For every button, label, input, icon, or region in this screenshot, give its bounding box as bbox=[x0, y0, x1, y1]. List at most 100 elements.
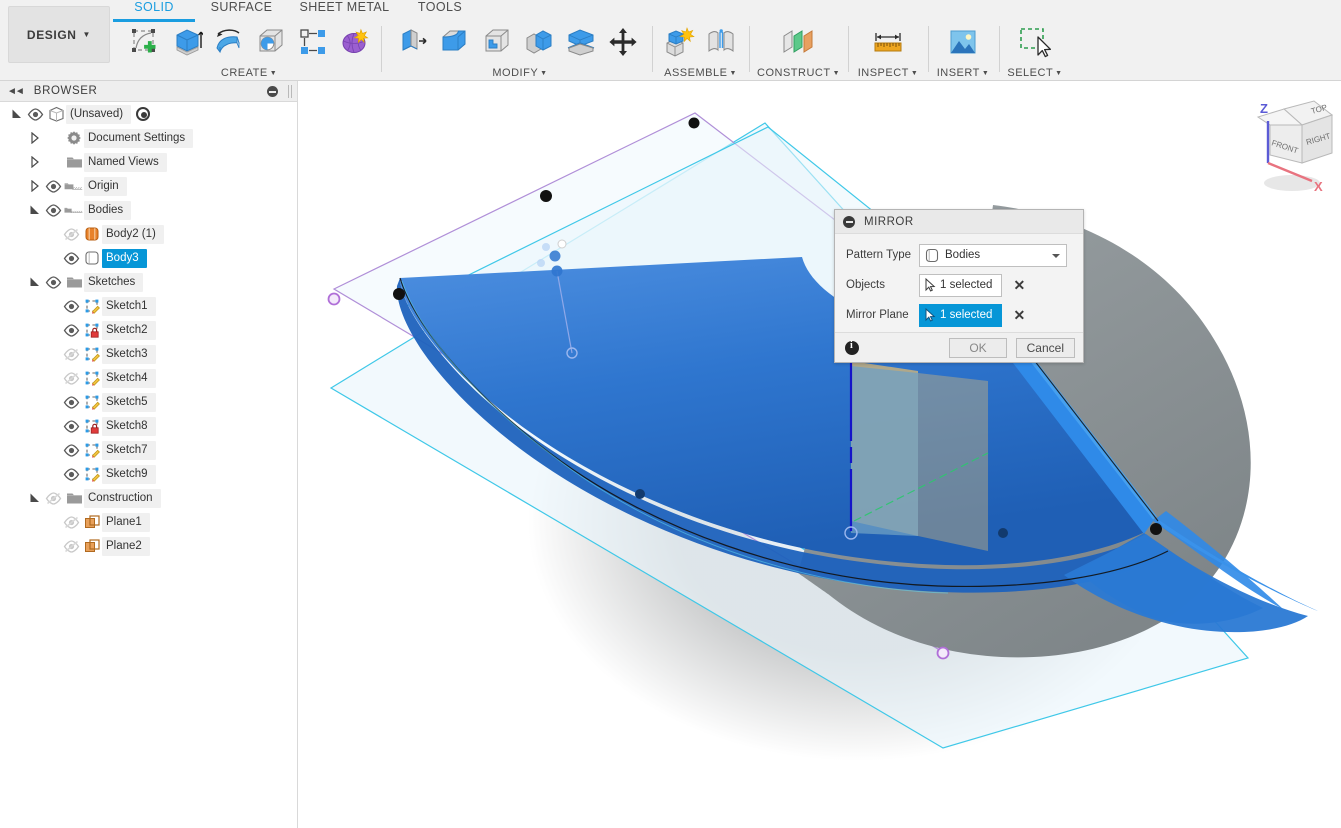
eye-visible-icon[interactable] bbox=[42, 198, 64, 222]
chevron-right-icon[interactable] bbox=[28, 174, 42, 198]
x-clear-icon[interactable]: ✕ bbox=[1013, 307, 1025, 324]
browser-node-plane2[interactable]: Plane2 bbox=[0, 534, 298, 558]
browser-node-origin[interactable]: Origin bbox=[0, 174, 298, 198]
model-canvas[interactable] bbox=[298, 81, 1341, 828]
chevron-right-icon[interactable] bbox=[28, 126, 42, 150]
eye-hidden-icon[interactable] bbox=[60, 534, 82, 558]
ribbon-group-create-label[interactable]: CREATE ▼ bbox=[122, 67, 376, 79]
measure-button[interactable] bbox=[867, 20, 909, 64]
browser-node-sketch9[interactable]: Sketch9 bbox=[0, 462, 298, 486]
browser-node-sketch4[interactable]: Sketch4 bbox=[0, 366, 298, 390]
hole-button[interactable] bbox=[250, 20, 292, 64]
browser-node-sketch5[interactable]: Sketch5 bbox=[0, 390, 298, 414]
browser-node-body3[interactable]: Body3 bbox=[0, 246, 298, 270]
revolve-button[interactable] bbox=[208, 20, 250, 64]
ribbon-group-select-label[interactable]: SELECT ▼ bbox=[1004, 67, 1066, 79]
chevron-right-icon[interactable] bbox=[28, 150, 42, 174]
cancel-button[interactable]: Cancel bbox=[1015, 337, 1075, 358]
chevron-down-icon[interactable] bbox=[28, 486, 42, 510]
activate-component-radio[interactable] bbox=[136, 107, 151, 121]
minus-circle-icon[interactable] bbox=[843, 215, 855, 228]
x-clear-icon[interactable]: ✕ bbox=[1013, 277, 1025, 294]
chevron-down-icon[interactable] bbox=[28, 270, 42, 294]
eye-hidden-icon[interactable] bbox=[60, 366, 82, 390]
browser-node-unsaved[interactable]: (Unsaved) bbox=[0, 102, 298, 126]
eye-visible-icon[interactable] bbox=[60, 294, 82, 318]
body-white-icon bbox=[925, 248, 939, 262]
browser-node-sketches[interactable]: Sketches bbox=[0, 270, 298, 294]
workspace-tabstrip: SOLID SURFACE SHEET METAL TOOLS bbox=[0, 0, 1341, 22]
joint-button[interactable] bbox=[700, 20, 742, 64]
select-tool-button[interactable] bbox=[1014, 20, 1056, 64]
panel-grip-2[interactable] bbox=[288, 85, 289, 98]
split-body-button[interactable] bbox=[560, 20, 602, 64]
eye-visible-icon[interactable] bbox=[60, 390, 82, 414]
origin-planes[interactable] bbox=[851, 361, 989, 551]
press-pull-button[interactable] bbox=[392, 20, 434, 64]
eye-hidden-icon[interactable] bbox=[60, 342, 82, 366]
mirror-dialog-title: MIRROR bbox=[864, 215, 914, 228]
extrude-button[interactable] bbox=[166, 20, 208, 64]
chevron-down-icon[interactable] bbox=[10, 102, 24, 126]
ok-button[interactable]: OK bbox=[949, 337, 1007, 358]
create-sketch-button[interactable] bbox=[124, 20, 166, 64]
browser-node-body2-1[interactable]: Body2 (1) bbox=[0, 222, 298, 246]
shell-button[interactable] bbox=[476, 20, 518, 64]
ribbon-group-modify-label[interactable]: MODIFY ▼ bbox=[390, 67, 650, 79]
eye-hidden-icon[interactable] bbox=[42, 486, 64, 510]
browser-node-bodies[interactable]: Bodies bbox=[0, 198, 298, 222]
ribbon-group-construct-label[interactable]: CONSTRUCT ▼ bbox=[756, 67, 841, 79]
eye-visible-icon[interactable] bbox=[60, 438, 82, 462]
form-button[interactable] bbox=[334, 20, 376, 64]
double-chevron-left-icon[interactable]: ◄◄ bbox=[7, 86, 25, 97]
workspace-switch-button[interactable]: DESIGN ▼ bbox=[8, 6, 110, 63]
info-icon[interactable] bbox=[845, 340, 859, 355]
mirror-plane-selection-button[interactable]: 1 selected bbox=[919, 303, 1003, 327]
ribbon-group-insert-label[interactable]: INSERT ▼ bbox=[934, 67, 992, 79]
insert-image-button[interactable] bbox=[942, 20, 984, 64]
objects-selection-button[interactable]: 1 selected bbox=[919, 273, 1003, 297]
move-copy-button[interactable] bbox=[602, 20, 644, 64]
tab-tools[interactable]: TOOLS bbox=[410, 0, 470, 20]
eye-hidden-icon[interactable] bbox=[60, 222, 82, 246]
browser-node-sketch7[interactable]: Sketch7 bbox=[0, 438, 298, 462]
eye-visible-icon[interactable] bbox=[60, 414, 82, 438]
chevron-down-icon: ▼ bbox=[82, 30, 92, 39]
new-component-button[interactable] bbox=[658, 20, 700, 64]
browser-node-named-views[interactable]: Named Views bbox=[0, 150, 298, 174]
browser-node-sketch8[interactable]: Sketch8 bbox=[0, 414, 298, 438]
combine-button[interactable] bbox=[518, 20, 560, 64]
panel-grip[interactable] bbox=[291, 85, 292, 98]
browser-node-sketch3[interactable]: Sketch3 bbox=[0, 342, 298, 366]
view-cube[interactable]: TOP FRONT RIGHT Z X bbox=[1240, 95, 1335, 205]
minus-circle-icon[interactable] bbox=[267, 86, 278, 97]
browser-node-construction[interactable]: Construction bbox=[0, 486, 298, 510]
eye-hidden-icon[interactable] bbox=[60, 510, 82, 534]
chevron-down-icon[interactable] bbox=[28, 198, 42, 222]
gear-icon bbox=[64, 126, 84, 150]
fillet-button[interactable] bbox=[434, 20, 476, 64]
ribbon-group-inspect-label[interactable]: INSPECT ▼ bbox=[855, 67, 921, 79]
eye-visible-icon[interactable] bbox=[42, 174, 64, 198]
browser-node-sketch2[interactable]: Sketch2 bbox=[0, 318, 298, 342]
tab-sheet-metal[interactable]: SHEET METAL bbox=[292, 0, 397, 20]
eye-visible-icon[interactable] bbox=[60, 246, 82, 270]
plane-orange-icon bbox=[82, 534, 102, 558]
mirror-dialog[interactable]: MIRROR Pattern Type Bodies Objects 1 sel… bbox=[834, 209, 1084, 363]
eye-visible-icon[interactable] bbox=[60, 318, 82, 342]
chevron-down-icon[interactable] bbox=[1052, 253, 1060, 258]
rectangular-pattern-button[interactable] bbox=[292, 20, 334, 64]
tab-surface[interactable]: SURFACE bbox=[203, 0, 280, 20]
browser-divider[interactable] bbox=[297, 81, 298, 828]
pattern-type-select[interactable]: Bodies bbox=[919, 243, 1067, 267]
eye-visible-icon[interactable] bbox=[42, 270, 64, 294]
browser-node-plane1[interactable]: Plane1 bbox=[0, 510, 298, 534]
eye-visible-icon[interactable] bbox=[24, 102, 46, 126]
tab-solid[interactable]: SOLID bbox=[113, 0, 195, 22]
eye-visible-icon[interactable] bbox=[60, 462, 82, 486]
ribbon-group-assemble-label[interactable]: ASSEMBLE ▼ bbox=[658, 67, 743, 79]
twist-spacer bbox=[46, 390, 60, 414]
browser-node-document-settings[interactable]: Document Settings bbox=[0, 126, 298, 150]
browser-node-sketch1[interactable]: Sketch1 bbox=[0, 294, 298, 318]
offset-plane-button[interactable] bbox=[777, 20, 819, 64]
